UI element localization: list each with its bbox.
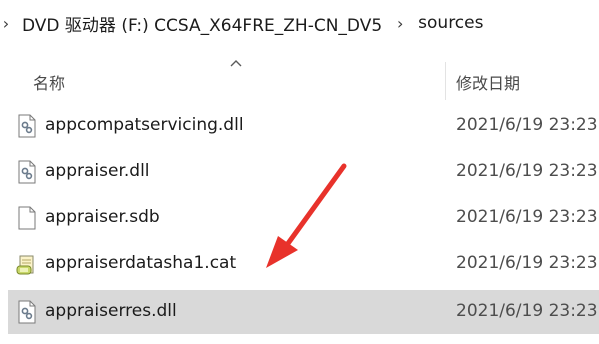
file-name: appraiser.sdb xyxy=(45,207,160,227)
sort-ascending-icon xyxy=(230,60,242,67)
chevron-right-icon[interactable]: › xyxy=(0,14,14,33)
file-row[interactable]: appraiserdatasha1.cat 2021/6/19 23:23 xyxy=(8,242,599,286)
file-date-modified: 2021/6/19 23:23 xyxy=(456,301,598,321)
file-date-modified: 2021/6/19 23:23 xyxy=(456,115,598,135)
file-name: appraiser.dll xyxy=(45,161,150,181)
file-row[interactable]: appraiser.sdb 2021/6/19 23:23 xyxy=(8,196,599,240)
file-row[interactable]: appraiser.dll 2021/6/19 23:23 xyxy=(8,150,599,194)
file-name: appraiserdatasha1.cat xyxy=(45,253,237,273)
blank-file-icon xyxy=(18,206,36,230)
file-explorer-window: › DVD 驱动器 (F:) CCSA_X64FRE_ZH-CN_DV5 › s… xyxy=(0,0,599,344)
column-divider[interactable] xyxy=(445,62,446,100)
dll-settings-icon xyxy=(18,114,36,138)
column-header-date-modified[interactable]: 修改日期 xyxy=(456,70,520,94)
column-header: 名称 修改日期 xyxy=(0,56,599,106)
file-row-selected[interactable]: appraiserres.dll 2021/6/19 23:23 xyxy=(8,290,599,334)
file-name: appcompatservicing.dll xyxy=(45,115,244,135)
file-date-modified: 2021/6/19 23:23 xyxy=(456,161,598,181)
dll-settings-icon xyxy=(18,160,36,184)
security-catalog-icon xyxy=(16,255,34,275)
file-date-modified: 2021/6/19 23:23 xyxy=(456,253,598,273)
file-date-modified: 2021/6/19 23:23 xyxy=(456,207,598,227)
file-row[interactable]: appcompatservicing.dll 2021/6/19 23:23 xyxy=(8,104,599,148)
file-name: appraiserres.dll xyxy=(45,301,177,321)
column-header-name[interactable]: 名称 xyxy=(33,70,65,94)
breadcrumb-folder[interactable]: sources xyxy=(418,13,483,33)
breadcrumb-drive[interactable]: DVD 驱动器 (F:) CCSA_X64FRE_ZH-CN_DV5 xyxy=(22,11,382,36)
breadcrumb: › DVD 驱动器 (F:) CCSA_X64FRE_ZH-CN_DV5 › s… xyxy=(0,0,599,46)
chevron-right-icon[interactable]: › xyxy=(392,14,408,33)
dll-settings-icon xyxy=(18,300,36,324)
